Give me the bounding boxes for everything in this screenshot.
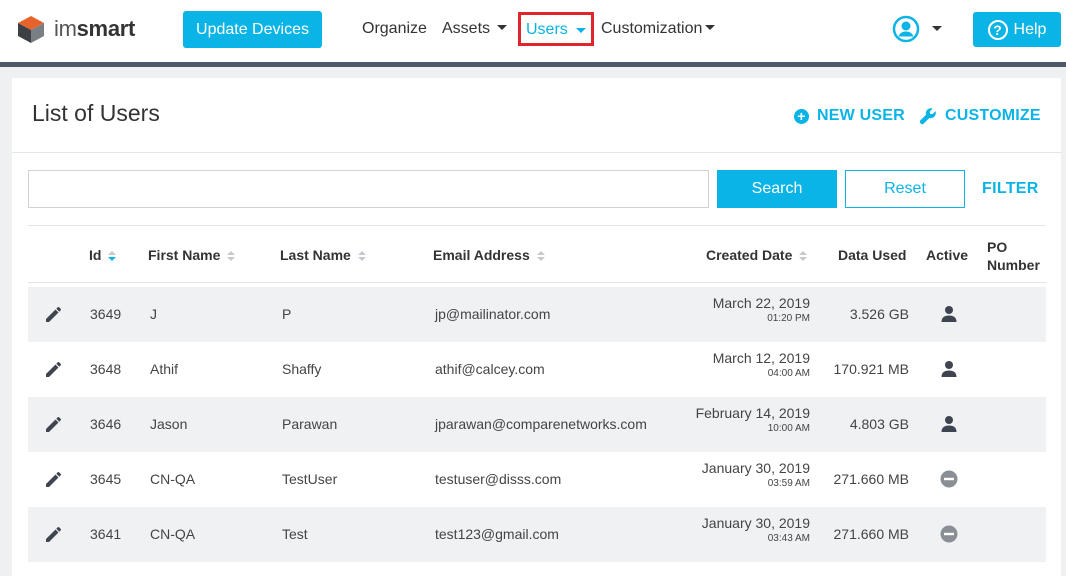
sort-icon: [536, 250, 545, 262]
cell-first-name: CN-QA: [150, 471, 196, 487]
edit-pencil-icon[interactable]: [45, 470, 63, 488]
cell-email: testuser@disss.com: [435, 471, 562, 487]
cell-created-date: March 12, 2019 04:00 AM: [712, 350, 810, 379]
caret-down-icon: [705, 25, 716, 30]
nav-organize[interactable]: Organize: [362, 18, 427, 40]
column-id[interactable]: Id: [89, 247, 117, 263]
cell-last-name: P: [282, 306, 292, 322]
cell-email: test123@gmail.com: [435, 526, 559, 542]
cell-created-date: January 30, 2019 03:59 AM: [701, 460, 810, 489]
cell-id: 3646: [90, 416, 122, 432]
new-user-button[interactable]: + NEW USER: [794, 107, 905, 125]
cell-first-name: CN-QA: [150, 526, 196, 542]
cell-last-name: Shaffy: [282, 361, 322, 377]
active-user-icon: [941, 416, 957, 432]
inactive-minus-icon: [940, 525, 958, 543]
column-first-name[interactable]: First Name: [148, 247, 236, 263]
navbar-divider: [0, 62, 1066, 67]
cell-created-date: January 30, 2019 03:43 AM: [701, 515, 810, 544]
users-panel: List of Users + NEW USER CUSTOMIZE Searc…: [12, 78, 1061, 576]
cell-id: 3645: [90, 471, 122, 487]
cell-data-used: 271.660 MB: [833, 526, 910, 542]
cell-created-date: March 22, 2019 01:20 PM: [712, 295, 810, 324]
user-account-icon[interactable]: [892, 15, 920, 43]
users-table-body: 3649 J P jp@mailinator.com March 22, 201…: [28, 287, 1046, 562]
page-title: List of Users: [32, 100, 160, 126]
table-row[interactable]: 3648 Athif Shaffy athif@calcey.com March…: [28, 342, 1046, 397]
cell-id: 3648: [90, 361, 122, 377]
user-menu-caret-icon[interactable]: [932, 26, 942, 31]
logo-text: imsmart: [54, 16, 136, 41]
top-navbar: imsmart Update Devices Organize Assets U…: [0, 0, 1066, 62]
table-row[interactable]: 3641 CN-QA Test test123@gmail.com Januar…: [28, 507, 1046, 562]
table-row[interactable]: 3649 J P jp@mailinator.com March 22, 201…: [28, 287, 1046, 342]
table-header: Id First Name Last Name Email Address Cr…: [28, 225, 1046, 283]
panel-header: List of Users + NEW USER CUSTOMIZE: [12, 78, 1061, 153]
cell-email: athif@calcey.com: [435, 361, 545, 377]
nav-customization[interactable]: Customization: [601, 18, 716, 40]
column-created-date[interactable]: Created Date: [706, 247, 808, 263]
cell-data-used: 3.526 GB: [849, 306, 909, 322]
cell-last-name: Test: [282, 526, 308, 542]
sort-desc-icon: [108, 250, 117, 262]
inactive-minus-icon: [940, 470, 958, 488]
table-row[interactable]: 3645 CN-QA TestUser testuser@disss.com J…: [28, 452, 1046, 507]
column-active: Active: [926, 247, 969, 263]
wrench-icon: [919, 108, 936, 125]
column-email[interactable]: Email Address: [433, 247, 545, 263]
cell-data-used: 271.660 MB: [833, 471, 910, 487]
table-row[interactable]: 3646 Jason Parawan jparawan@comparenetwo…: [28, 397, 1046, 452]
cell-created-date: February 14, 2019 10:00 AM: [695, 405, 810, 434]
imsmart-logo[interactable]: imsmart: [16, 14, 135, 44]
cell-data-used: 4.803 GB: [849, 416, 909, 432]
nav-assets[interactable]: Assets: [442, 18, 508, 40]
caret-down-icon: [576, 28, 586, 33]
sort-icon: [357, 250, 366, 262]
active-user-icon: [941, 361, 957, 377]
caret-down-icon: [497, 25, 508, 30]
cell-last-name: TestUser: [282, 471, 338, 487]
cell-last-name: Parawan: [282, 416, 338, 432]
cell-first-name: J: [150, 306, 157, 322]
edit-pencil-icon[interactable]: [45, 525, 63, 543]
sort-icon: [799, 250, 808, 262]
filter-button[interactable]: FILTER: [982, 180, 1039, 198]
cube-logo-icon: [18, 16, 44, 43]
edit-pencil-icon[interactable]: [45, 415, 63, 433]
active-user-icon: [941, 306, 957, 322]
search-input[interactable]: [28, 170, 709, 208]
plus-circle-icon: +: [794, 108, 809, 124]
column-po-number: PO Number: [987, 239, 1040, 273]
question-circle-icon: ?: [987, 19, 1008, 40]
update-devices-button[interactable]: Update Devices: [183, 11, 322, 48]
search-button[interactable]: Search: [717, 170, 837, 208]
edit-pencil-icon[interactable]: [45, 305, 63, 323]
cell-first-name: Jason: [150, 416, 188, 432]
nav-users[interactable]: Users: [518, 12, 594, 46]
cell-id: 3649: [90, 306, 122, 322]
cell-data-used: 170.921 MB: [833, 361, 910, 377]
column-data-used: Data Used: [838, 247, 907, 263]
cell-email: jparawan@comparenetworks.com: [435, 416, 647, 432]
cell-email: jp@mailinator.com: [435, 306, 551, 322]
sort-icon: [227, 250, 236, 262]
edit-pencil-icon[interactable]: [45, 360, 63, 378]
reset-button[interactable]: Reset: [845, 170, 965, 208]
column-last-name[interactable]: Last Name: [280, 247, 366, 263]
cell-id: 3641: [90, 526, 122, 542]
help-button[interactable]: ? Help: [973, 12, 1061, 47]
cell-first-name: Athif: [150, 361, 179, 377]
customize-button[interactable]: CUSTOMIZE: [919, 107, 1041, 125]
